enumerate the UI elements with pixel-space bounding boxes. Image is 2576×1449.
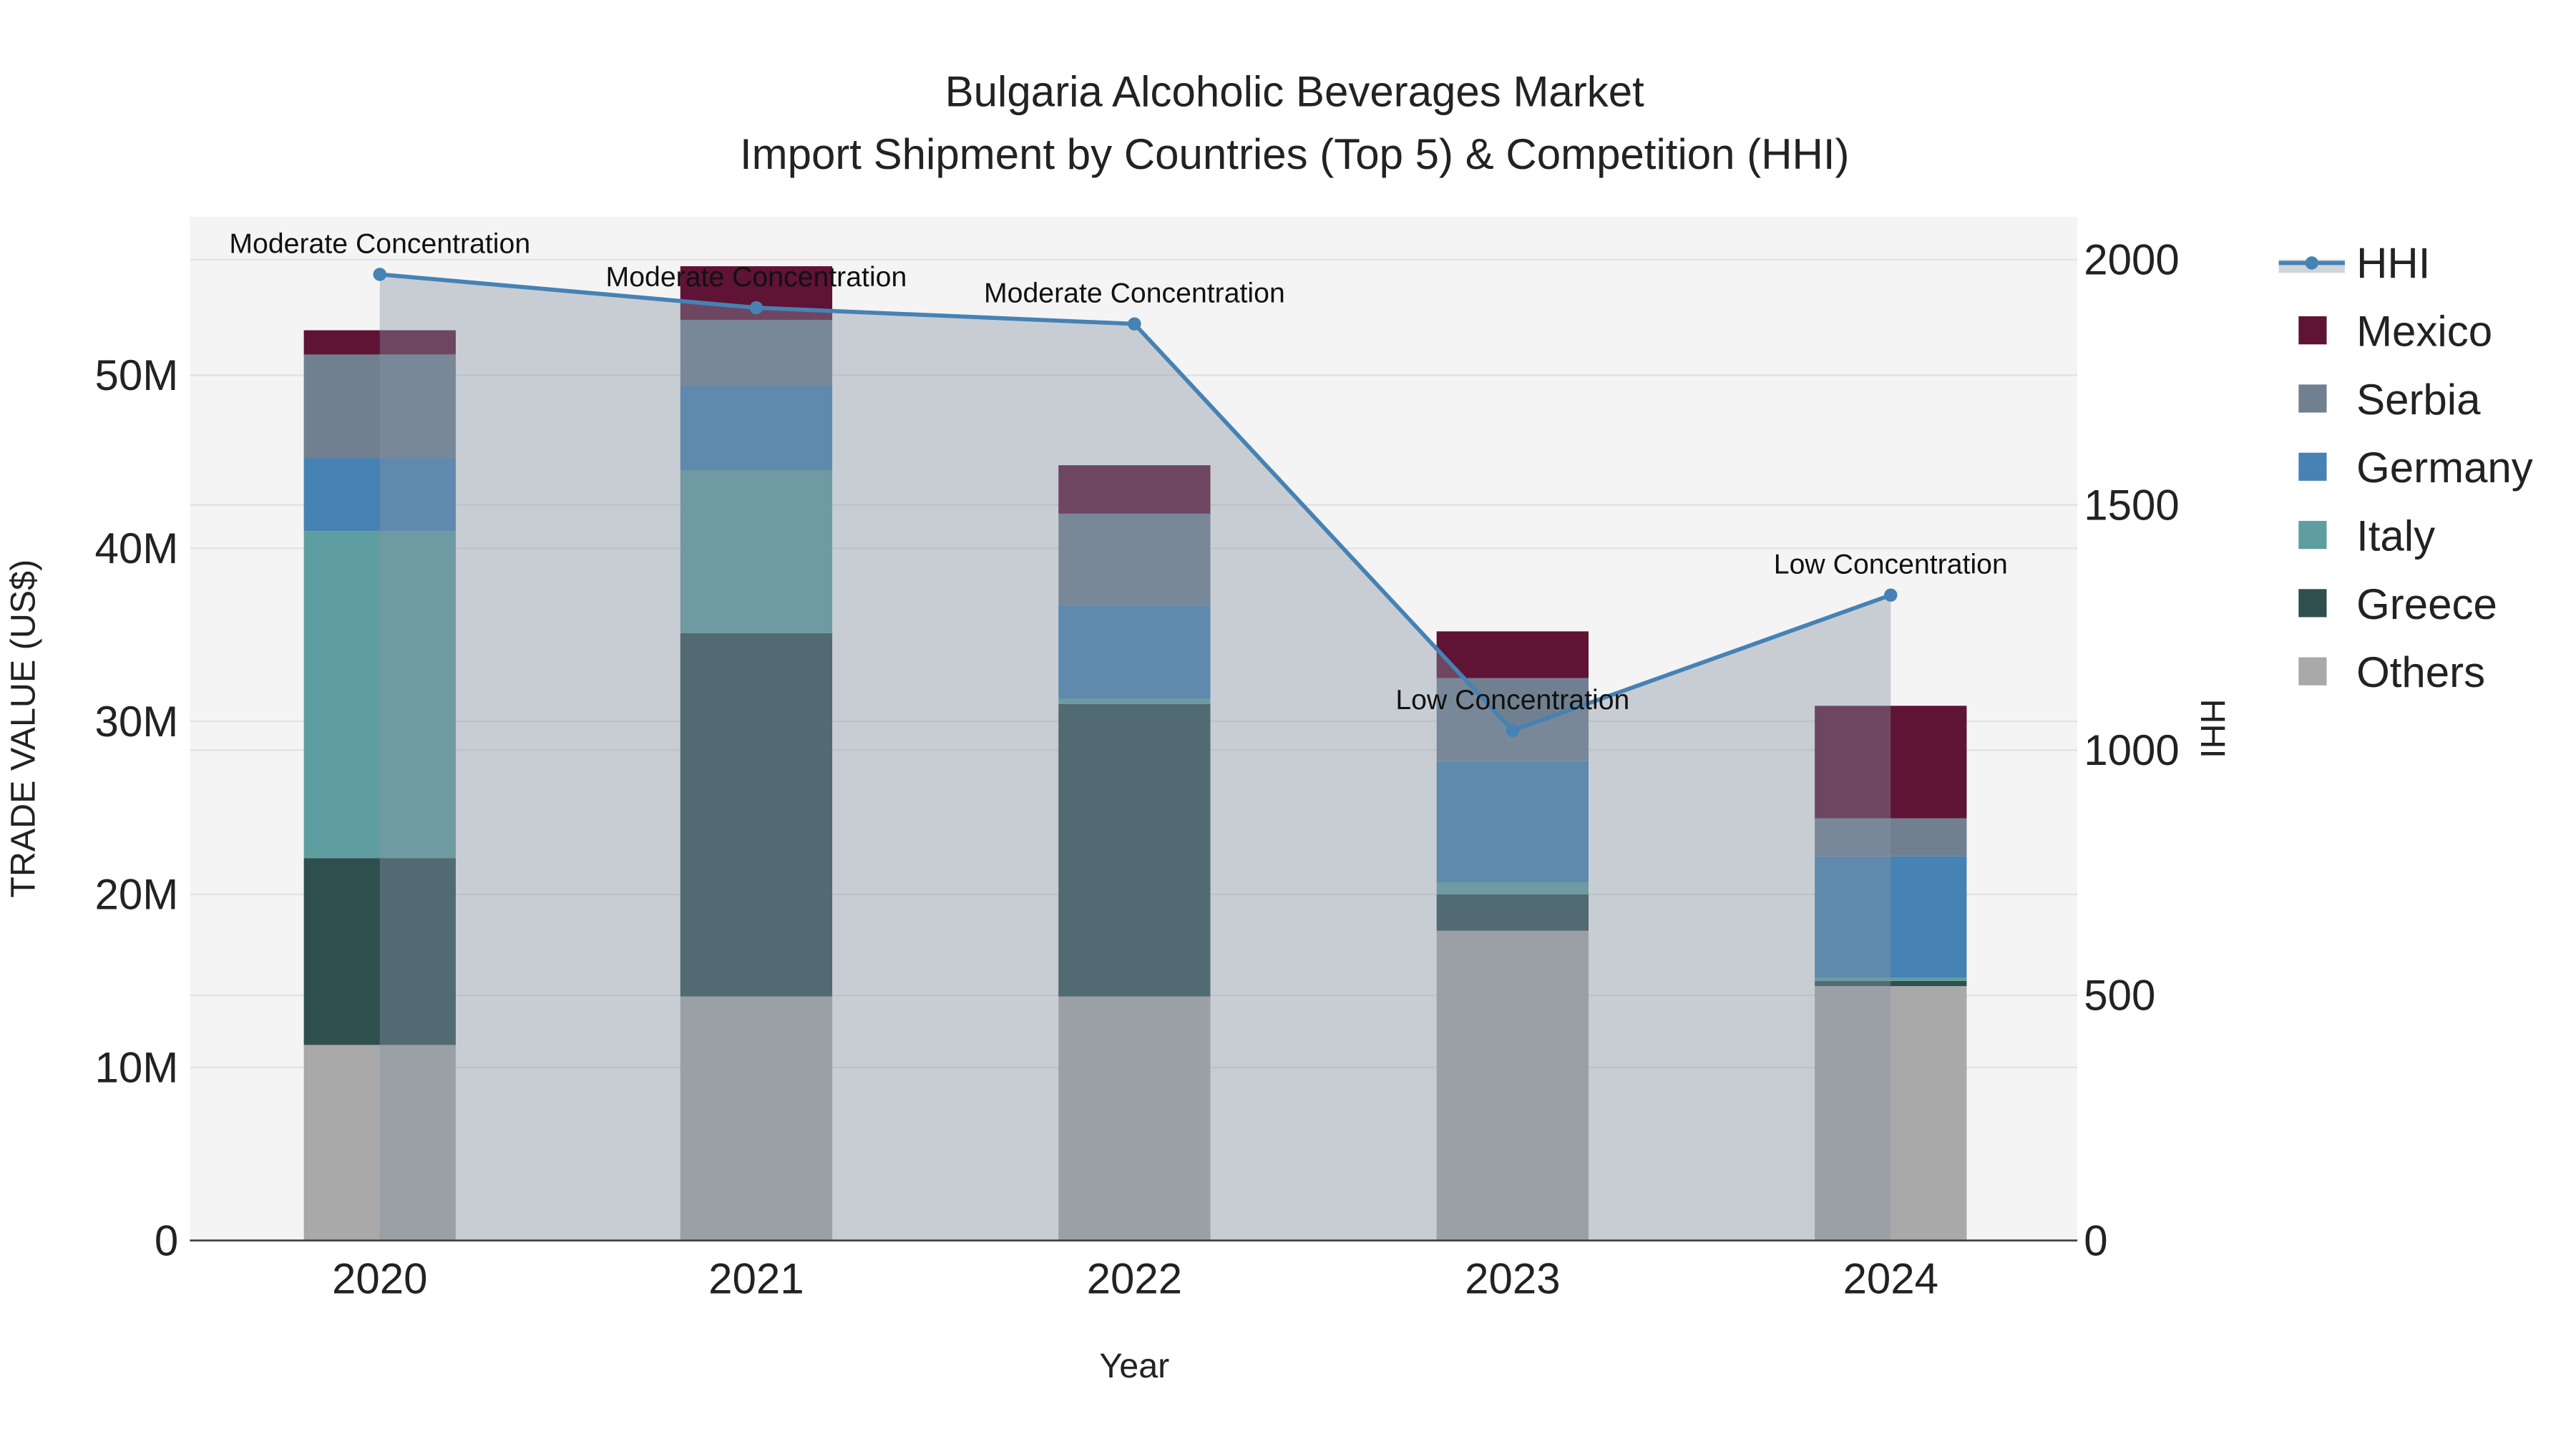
legend-swatch-italy (2298, 520, 2327, 550)
x-tick-label: 2022 (1087, 1255, 1182, 1303)
legend-label-greece: Greece (2356, 580, 2497, 628)
chart: Moderate Concentration Moderate Concentra… (0, 0, 2576, 1449)
chart-title: Bulgaria Alcoholic Beverages Market (945, 67, 1644, 115)
chart-subtitle: Import Shipment by Countries (Top 5) & C… (740, 130, 1850, 178)
y2-tick-label: 2000 (2084, 236, 2179, 284)
legend-swatch-hhi-marker (2305, 256, 2318, 270)
x-tick-label: 2021 (708, 1255, 804, 1303)
hhi-annotation: Low Concentration (1774, 549, 2008, 580)
legend-swatch-others (2298, 657, 2327, 686)
legend-swatch-germany (2298, 452, 2327, 481)
hhi-annotation: Moderate Concentration (606, 261, 907, 293)
x-tick-label: 2020 (332, 1255, 427, 1303)
y-tick-label: 40M (95, 525, 179, 572)
hhi-annotation: Low Concentration (1395, 684, 1629, 716)
hhi-annotation: Moderate Concentration (229, 228, 530, 259)
x-axis-title: Year (1099, 1347, 1169, 1385)
y-tick-label: 10M (95, 1044, 179, 1092)
y2-tick-label: 0 (2084, 1216, 2107, 1264)
y2-axis-title: HHI (2193, 699, 2232, 758)
y-axis-title: TRADE VALUE (US$) (4, 560, 42, 898)
hhi-point-2021 (749, 301, 763, 315)
hhi-point-2024 (1884, 588, 1898, 602)
y-tick-label: 20M (95, 871, 179, 919)
legend-label-italy: Italy (2356, 512, 2435, 560)
y2-tick-label: 1000 (2084, 726, 2179, 774)
x-tick-label: 2023 (1465, 1255, 1560, 1303)
legend-swatch-mexico (2298, 316, 2327, 345)
y2-tick-label: 500 (2084, 972, 2155, 1020)
legend-label-others: Others (2356, 648, 2485, 696)
hhi-point-2023 (1506, 723, 1520, 738)
hhi-point-2022 (1128, 317, 1141, 331)
legend-swatch-serbia (2298, 384, 2327, 413)
legend-label-mexico: Mexico (2356, 308, 2492, 356)
legend-label-hhi: HHI (2356, 239, 2430, 287)
hhi-point-2020 (373, 268, 386, 281)
legend-label-serbia: Serbia (2356, 376, 2481, 424)
legend-swatch-greece (2298, 589, 2327, 618)
legend-label-germany: Germany (2356, 444, 2533, 492)
y2-tick-label: 1500 (2084, 481, 2179, 529)
y-tick-label: 0 (155, 1216, 178, 1264)
x-tick-label: 2024 (1843, 1255, 1938, 1303)
hhi-annotation: Moderate Concentration (984, 278, 1285, 309)
y-tick-label: 50M (95, 351, 179, 399)
y-tick-label: 30M (95, 698, 179, 746)
